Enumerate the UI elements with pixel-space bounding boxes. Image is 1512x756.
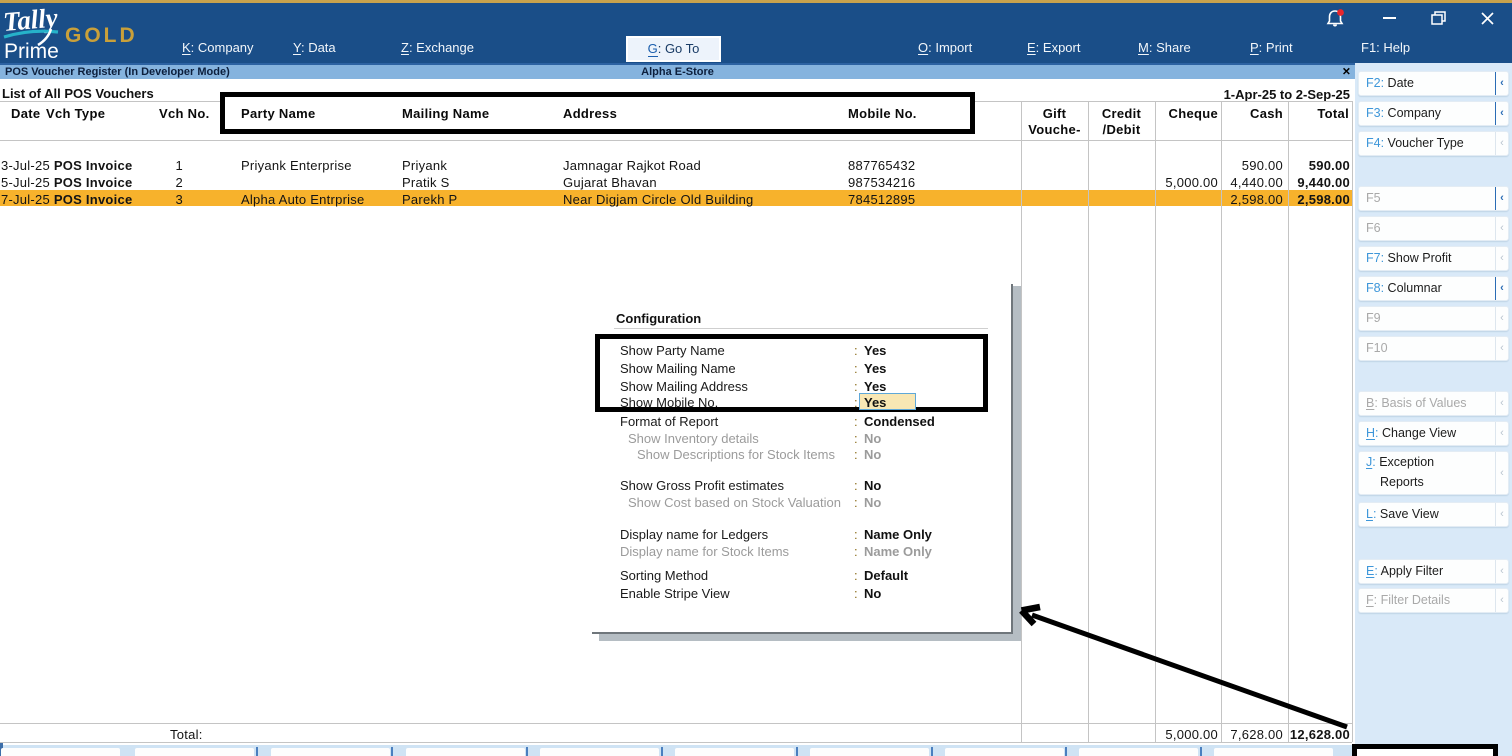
- svg-text:GOLD: GOLD: [65, 24, 137, 47]
- svg-text:Prime: Prime: [4, 40, 59, 62]
